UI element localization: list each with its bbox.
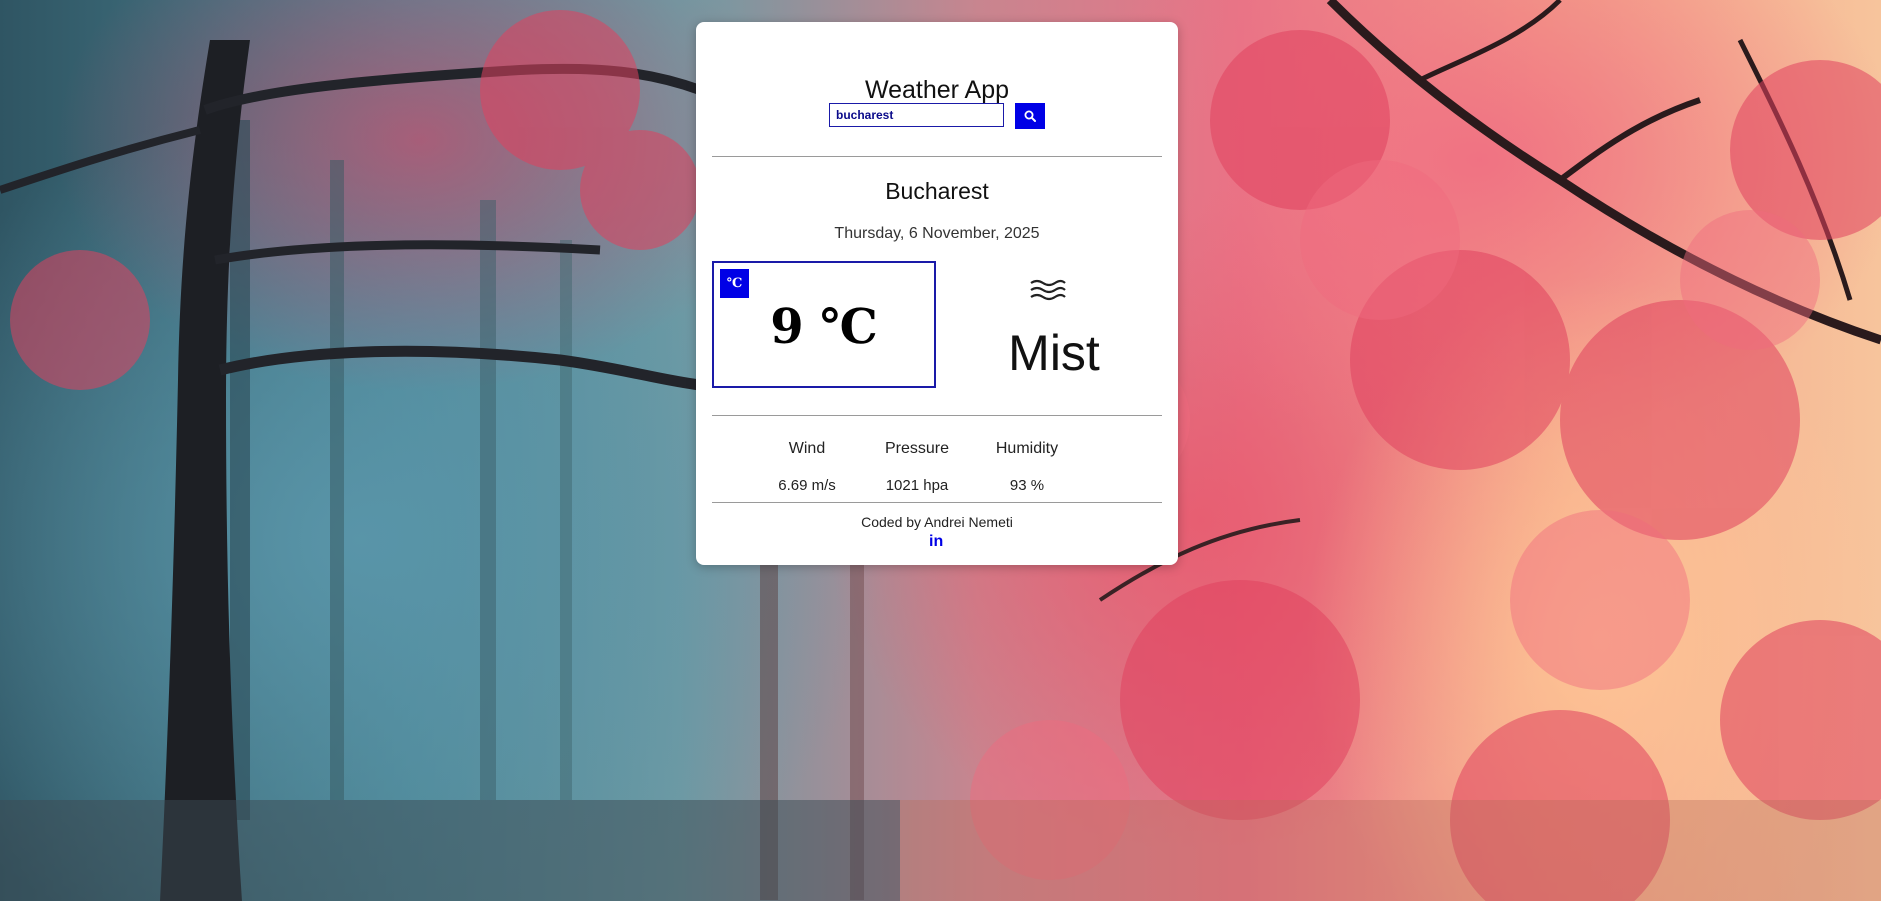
- humidity-value: 93 %: [1009, 477, 1045, 494]
- weather-condition: Mist: [1008, 325, 1100, 381]
- city-name: Bucharest: [885, 178, 989, 204]
- pressure-label: Pressure: [884, 440, 950, 457]
- temperature-panel: ℃ 9 ℃: [712, 261, 936, 388]
- author-credit: Coded by Andrei Nemeti: [861, 514, 1013, 530]
- divider: [712, 502, 1162, 503]
- temperature-value: 9 ℃: [770, 299, 878, 355]
- search-icon: [1024, 110, 1036, 122]
- divider: [712, 415, 1162, 416]
- weather-stats: Wind 6.69 m/s Pressure 1021 hpa Humidity…: [696, 440, 1178, 500]
- divider: [712, 156, 1162, 157]
- wind-value: 6.69 m/s: [778, 477, 836, 494]
- city-search-input[interactable]: [829, 103, 1004, 127]
- mist-icon: [1030, 279, 1066, 301]
- humidity-label: Humidity: [995, 440, 1059, 457]
- current-date: Thursday, 6 November, 2025: [834, 225, 1040, 242]
- wind-label: Wind: [788, 440, 826, 457]
- app-title: Weather App: [864, 76, 1010, 104]
- pressure-value: 1021 hpa: [885, 477, 949, 494]
- unit-toggle-button[interactable]: ℃: [720, 269, 749, 298]
- weather-card: Weather App Bucharest Thursday, 6 Novemb…: [696, 22, 1178, 565]
- linkedin-icon[interactable]: in: [929, 533, 943, 551]
- search-button[interactable]: [1015, 103, 1045, 129]
